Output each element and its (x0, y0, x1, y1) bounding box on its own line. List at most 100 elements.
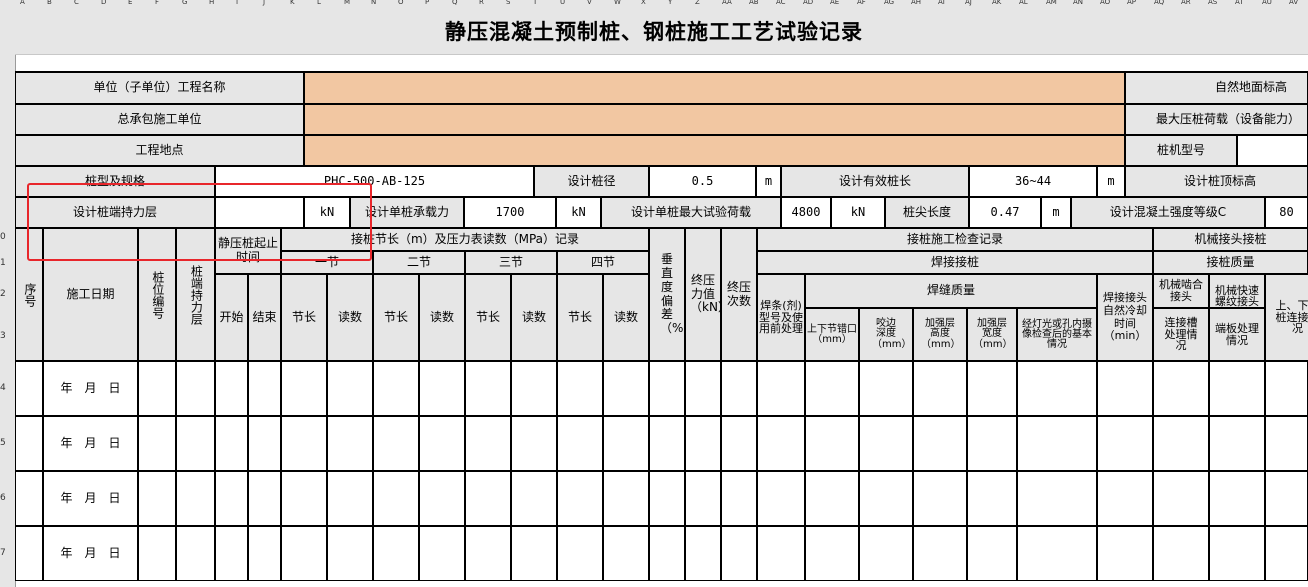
table-cell[interactable] (1097, 361, 1153, 416)
diameter-unit[interactable]: m (756, 166, 781, 197)
table-cell[interactable] (649, 526, 685, 581)
table-cell[interactable] (859, 416, 913, 471)
table-cell[interactable] (967, 361, 1017, 416)
table-cell[interactable] (327, 361, 373, 416)
table-cell[interactable] (373, 416, 419, 471)
effective-length-value[interactable]: 36~44 (969, 166, 1097, 197)
table-cell[interactable] (511, 361, 557, 416)
row-number[interactable]: 7 (0, 548, 6, 558)
table-cell[interactable] (215, 471, 248, 526)
table-cell[interactable] (138, 526, 176, 581)
table-cell[interactable] (1153, 361, 1209, 416)
table-cell[interactable] (685, 471, 721, 526)
table-cell[interactable] (176, 526, 215, 581)
header-seg-len[interactable]: 节长 (281, 274, 327, 361)
header-final-count[interactable]: 终压次数 (721, 228, 757, 361)
table-cell[interactable] (248, 361, 281, 416)
table-cell[interactable] (419, 526, 465, 581)
table-cell[interactable] (1097, 471, 1153, 526)
header-seg3[interactable]: 三节 (465, 251, 557, 274)
table-cell[interactable] (721, 416, 757, 471)
table-cell[interactable] (557, 361, 603, 416)
table-cell[interactable] (649, 416, 685, 471)
header-seg-len[interactable]: 节长 (373, 274, 419, 361)
table-cell[interactable] (685, 526, 721, 581)
header-seg-len[interactable]: 节长 (465, 274, 511, 361)
table-cell[interactable] (721, 526, 757, 581)
table-cell[interactable] (603, 471, 649, 526)
table-cell[interactable] (215, 416, 248, 471)
capacity-value[interactable]: 1700 (464, 197, 556, 228)
table-cell[interactable] (913, 361, 967, 416)
header-reading[interactable]: 读数 (327, 274, 373, 361)
table-cell[interactable] (327, 416, 373, 471)
table-cell[interactable] (603, 416, 649, 471)
table-cell[interactable] (176, 361, 215, 416)
header-final-pressure[interactable]: 终压力值（kN） (685, 228, 721, 361)
table-cell[interactable] (721, 471, 757, 526)
table-cell[interactable] (465, 361, 511, 416)
header-vertical-dev[interactable]: 垂直度偏差（%） (649, 228, 685, 361)
table-cell[interactable] (1153, 471, 1209, 526)
table-cell[interactable] (757, 471, 805, 526)
date-cell[interactable]: 年 月 日 (43, 526, 138, 581)
header-welding[interactable]: 焊接接桩 (757, 251, 1153, 274)
table-cell[interactable] (913, 416, 967, 471)
row-number[interactable]: 5 (0, 438, 6, 448)
design-diameter-label[interactable]: 设计桩径 (534, 166, 649, 197)
table-cell[interactable] (138, 471, 176, 526)
table-cell[interactable] (281, 526, 327, 581)
date-cell[interactable]: 年 月 日 (43, 361, 138, 416)
table-cell[interactable] (327, 471, 373, 526)
table-cell[interactable] (557, 526, 603, 581)
table-cell[interactable] (176, 416, 215, 471)
table-cell[interactable] (603, 526, 649, 581)
header-seg2[interactable]: 二节 (373, 251, 465, 274)
site-input[interactable] (304, 135, 1125, 166)
table-cell[interactable] (138, 416, 176, 471)
table-cell[interactable] (805, 526, 859, 581)
table-cell[interactable] (603, 361, 649, 416)
table-cell[interactable] (511, 471, 557, 526)
table-cell[interactable] (215, 361, 248, 416)
table-cell[interactable] (419, 361, 465, 416)
table-cell[interactable] (373, 526, 419, 581)
header-seg-len[interactable]: 节长 (557, 274, 603, 361)
table-cell[interactable] (1265, 526, 1308, 581)
table-cell[interactable] (15, 526, 43, 581)
header-seg4[interactable]: 四节 (557, 251, 649, 274)
table-cell[interactable] (1017, 526, 1097, 581)
length-unit[interactable]: m (1097, 166, 1125, 197)
capacity-unit[interactable]: kN (556, 197, 601, 228)
table-cell[interactable] (281, 471, 327, 526)
header-reading[interactable]: 读数 (603, 274, 649, 361)
table-cell[interactable] (176, 471, 215, 526)
table-cell[interactable] (1209, 526, 1265, 581)
table-cell[interactable] (327, 526, 373, 581)
machine-input[interactable] (1237, 135, 1308, 166)
header-reinf-height[interactable]: 加强层高度（mm） (913, 308, 967, 361)
table-cell[interactable] (859, 471, 913, 526)
table-cell[interactable] (685, 361, 721, 416)
table-cell[interactable] (1017, 416, 1097, 471)
table-cell[interactable] (1153, 526, 1209, 581)
natural-ground-label[interactable]: 自然地面标高 (1125, 72, 1308, 104)
date-cell[interactable]: 年 月 日 (43, 471, 138, 526)
table-cell[interactable] (913, 526, 967, 581)
table-cell[interactable] (15, 471, 43, 526)
tip-length-label[interactable]: 桩尖长度 (885, 197, 969, 228)
date-cell[interactable]: 年 月 日 (43, 416, 138, 471)
contractor-input[interactable] (304, 104, 1125, 135)
table-cell[interactable] (757, 361, 805, 416)
row-number[interactable]: 6 (0, 493, 6, 503)
table-cell[interactable] (15, 361, 43, 416)
table-cell[interactable] (859, 526, 913, 581)
table-cell[interactable] (15, 416, 43, 471)
table-cell[interactable] (465, 416, 511, 471)
site-label[interactable]: 工程地点 (15, 135, 304, 166)
row-number[interactable]: 2 (0, 289, 6, 299)
header-misalign[interactable]: 上下节错口（mm） (805, 308, 859, 361)
table-cell[interactable] (419, 416, 465, 471)
header-weld-quality[interactable]: 焊缝质量 (805, 274, 1097, 308)
row-number[interactable]: 3 (0, 331, 6, 341)
